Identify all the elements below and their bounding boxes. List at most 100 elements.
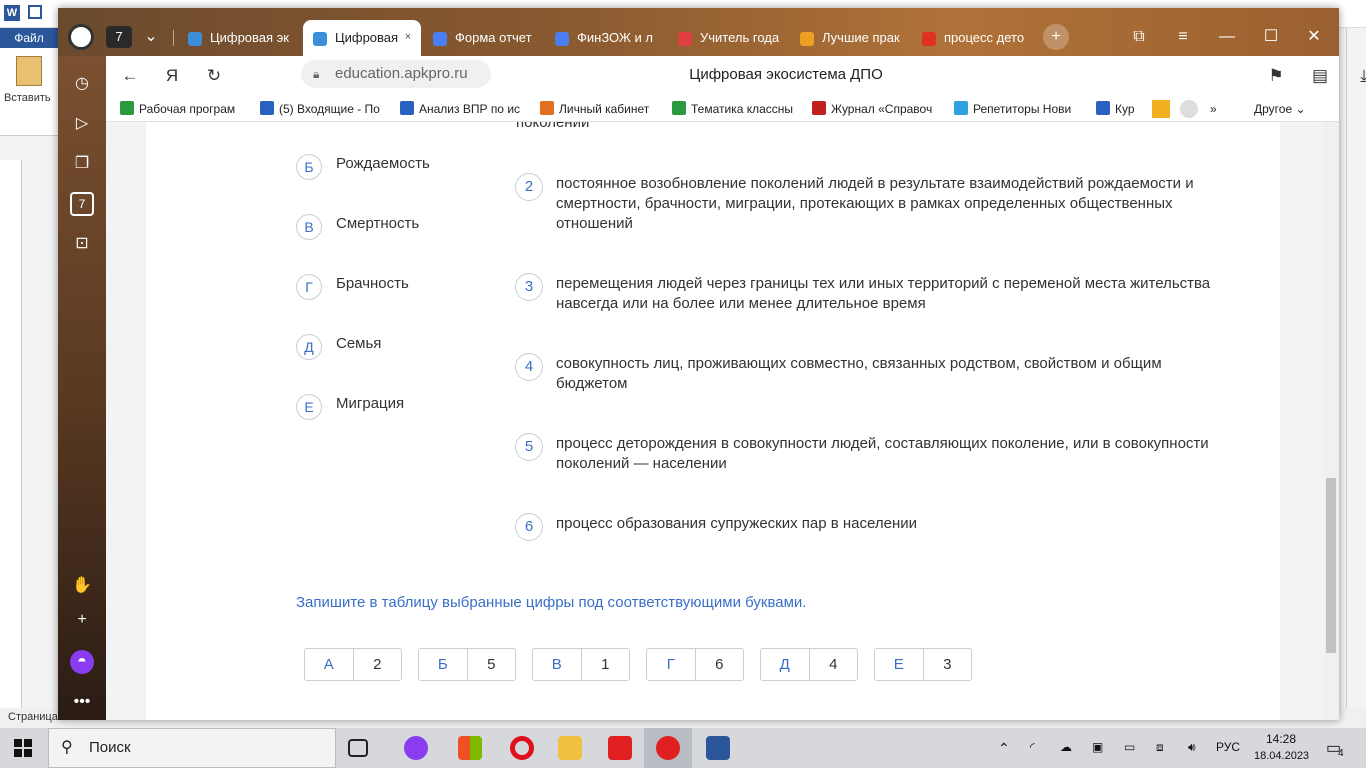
browser-logo-icon[interactable] <box>68 24 94 50</box>
tab-close-icon[interactable]: × <box>401 30 415 44</box>
tab-0[interactable]: Цифровая эк <box>188 20 300 56</box>
bookmark-item[interactable]: Журнал «Справоч <box>812 100 942 118</box>
chevron-up-icon[interactable]: ⌃ <box>998 740 1010 757</box>
explorer-icon[interactable] <box>558 736 582 760</box>
answer-cell[interactable]: Б5 <box>418 648 516 681</box>
paste-label[interactable]: Вставить <box>4 92 51 104</box>
definition-text[interactable]: процесс образования супружеских пар в на… <box>556 514 1316 534</box>
definition-text[interactable]: перемещения людей через границы тех или … <box>556 274 1316 314</box>
answer-cell[interactable]: Г6 <box>646 648 744 681</box>
bookmark-item[interactable]: Тематика классны <box>672 100 798 118</box>
answer-value[interactable]: 6 <box>696 649 744 680</box>
tab-2[interactable]: Форма отчет <box>433 20 541 56</box>
answer-cell[interactable]: Д4 <box>760 648 858 681</box>
bookmark-label: Репетиторы Нови <box>973 102 1072 116</box>
paste-icon[interactable] <box>16 56 42 86</box>
address-bar[interactable]: 🔒︎ education.apkpro.ru <box>301 60 491 88</box>
option-letter: Б <box>296 154 322 180</box>
answer-cell[interactable]: В1 <box>532 648 630 681</box>
language-indicator[interactable]: РУС <box>1216 740 1240 754</box>
option-text[interactable]: Рождаемость <box>336 155 430 172</box>
new-tab-plus-icon[interactable]: + <box>1043 24 1069 50</box>
calendar-icon[interactable]: 7 <box>70 192 94 216</box>
back-arrow-icon[interactable]: ← <box>118 64 142 88</box>
scrollbar-thumb[interactable] <box>1326 478 1336 653</box>
option-text[interactable]: Брачность <box>336 275 409 292</box>
definition-text[interactable]: постоянное возобновление поколений людей… <box>556 174 1316 234</box>
yandex-browser-icon[interactable] <box>656 736 680 760</box>
answer-value[interactable]: 4 <box>810 649 858 680</box>
word-icon[interactable] <box>706 736 730 760</box>
definition-text[interactable]: совокупность лиц, проживающих совместно,… <box>556 354 1316 394</box>
close-icon[interactable]: ✕ <box>1301 24 1327 50</box>
yandex-app-icon[interactable] <box>608 736 632 760</box>
reader-icon[interactable]: ▤ <box>1308 64 1332 88</box>
wifi-icon[interactable]: ◜ <box>1030 740 1035 754</box>
store-icon[interactable] <box>458 736 482 760</box>
answer-cell[interactable]: А2 <box>304 648 402 681</box>
option-text[interactable]: Семья <box>336 335 381 352</box>
volume-icon[interactable]: 🔊︎ <box>1188 740 1196 755</box>
opera-icon[interactable] <box>510 736 534 760</box>
answer-value[interactable]: 3 <box>924 649 972 680</box>
minimize-icon[interactable]: — <box>1214 24 1240 50</box>
more-icon[interactable]: ••• <box>70 690 94 714</box>
option-text[interactable]: Смертность <box>336 215 419 232</box>
definition-line: поколений — населении <box>556 455 727 472</box>
file-menu[interactable]: Файл <box>0 28 58 48</box>
download-icon[interactable]: ⤓ <box>1352 64 1366 88</box>
maximize-icon[interactable]: ☐ <box>1258 24 1284 50</box>
answer-value[interactable]: 1 <box>582 649 630 680</box>
option-text[interactable]: Миграция <box>336 395 404 412</box>
reload-icon[interactable]: ↻ <box>202 64 226 88</box>
app-icon[interactable] <box>1180 100 1198 118</box>
tab-5[interactable]: Лучшие прак <box>800 20 902 56</box>
bookmark-item[interactable]: Кур <box>1096 100 1136 118</box>
tab-4[interactable]: Учитель года <box>678 20 780 56</box>
cloud-icon[interactable]: ☁ <box>1060 740 1072 754</box>
more-bookmarks-icon[interactable]: » <box>1210 100 1224 118</box>
answer-value[interactable]: 5 <box>468 649 516 680</box>
bookmark-favicon <box>260 101 274 115</box>
tray-app-icon[interactable]: ▣ <box>1092 740 1103 754</box>
bookmark-item[interactable]: Рабочая програм <box>120 100 250 118</box>
screenshot-icon[interactable]: ⊡ <box>70 232 94 256</box>
history-icon[interactable]: ◷ <box>70 72 94 96</box>
clock-date[interactable]: 18.04.2023 <box>1254 750 1309 762</box>
mail-icon[interactable] <box>1152 100 1170 118</box>
bookmark-item[interactable]: Репетиторы Нови <box>954 100 1082 118</box>
definition-line: бюджетом <box>556 375 628 392</box>
search-placeholder: Поиск <box>89 739 131 756</box>
alice-app-icon[interactable] <box>404 736 428 760</box>
task-view-icon[interactable] <box>348 739 368 757</box>
bookmark-item[interactable]: Анализ ВПР по ис <box>400 100 524 118</box>
bookmark-icon[interactable]: ⚑ <box>1264 64 1288 88</box>
add-icon[interactable]: + <box>70 608 94 632</box>
definition-text[interactable]: процесс деторождения в совокупности люде… <box>556 434 1316 474</box>
display-icon[interactable]: ⧈ <box>1156 740 1164 755</box>
bookmark-item[interactable]: Личный кабинет <box>540 100 664 118</box>
play-icon[interactable]: ▷ <box>70 112 94 136</box>
answer-cell[interactable]: Е3 <box>874 648 972 681</box>
collections-icon[interactable]: ❐ <box>70 152 94 176</box>
menu-icon[interactable]: ≡ <box>1170 24 1196 50</box>
bookmark-item[interactable]: (5) Входящие - По <box>260 100 388 118</box>
chevron-down-icon[interactable]: ⌄ <box>138 24 164 50</box>
other-bookmarks[interactable]: Другое ⌄ <box>1254 100 1324 118</box>
taskbar-search[interactable]: ⚲ Поиск <box>48 728 336 768</box>
tab-counter[interactable]: 7 <box>106 26 132 48</box>
clock-time[interactable]: 14:28 <box>1266 732 1296 746</box>
battery-icon[interactable]: ▭ <box>1124 740 1135 754</box>
tab-3[interactable]: ФинЗОЖ и л <box>555 20 657 56</box>
save-icon[interactable] <box>28 5 42 19</box>
collections-icon[interactable]: ⧉ <box>1126 24 1152 50</box>
tab-separator <box>173 30 174 46</box>
alice-icon[interactable]: ◓ <box>70 650 94 674</box>
yandex-icon[interactable]: Я <box>160 64 184 88</box>
hand-icon[interactable]: ✋ <box>70 574 94 598</box>
tab-label: Цифровая <box>335 30 399 45</box>
answer-value[interactable]: 2 <box>354 649 402 680</box>
tab-6[interactable]: процесс дето <box>922 20 1026 56</box>
windows-start-icon[interactable] <box>14 739 32 757</box>
tab-favicon <box>922 31 936 46</box>
